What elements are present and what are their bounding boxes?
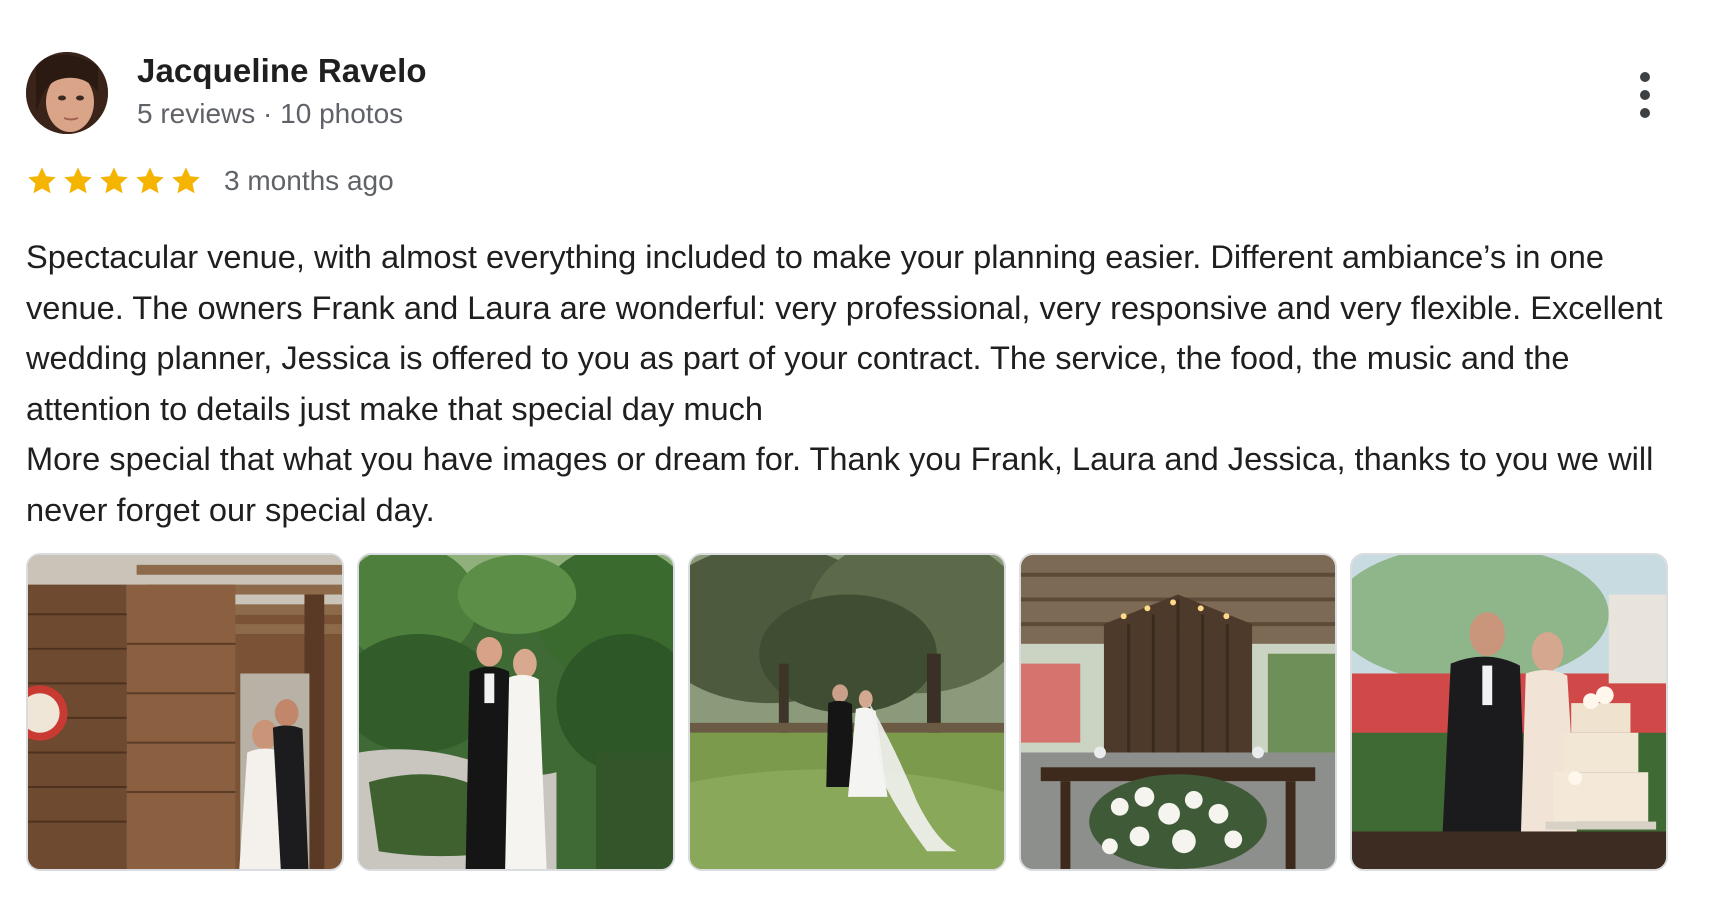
star-icon [136,167,164,194]
review-photo-2[interactable] [357,553,675,871]
author-stats: 5 reviews · 10 photos [137,98,404,129]
review-photo-3[interactable] [688,553,1006,871]
star-icon [100,167,128,194]
rating-row: 3 months ago [26,160,394,202]
star-icon [64,167,92,194]
review-card: Jacqueline Ravelo 5 reviews · 10 photos … [0,0,1710,898]
more-dot [1640,72,1650,82]
author-name[interactable]: Jacqueline Ravelo [137,52,427,90]
author-avatar[interactable] [26,52,108,134]
photo-strip [26,553,1668,871]
more-dot [1640,108,1650,118]
review-text: Spectacular venue, with almost everythin… [26,238,1663,528]
star-icon [28,167,56,194]
star-icon [172,167,200,194]
more-vert-icon[interactable] [1630,68,1660,122]
review-photo-4[interactable] [1019,553,1337,871]
review-photo-1[interactable] [26,553,344,871]
more-dot [1640,90,1650,100]
review-photo-5[interactable] [1350,553,1668,871]
star-rating [26,165,202,197]
review-date: 3 months ago [224,165,394,196]
